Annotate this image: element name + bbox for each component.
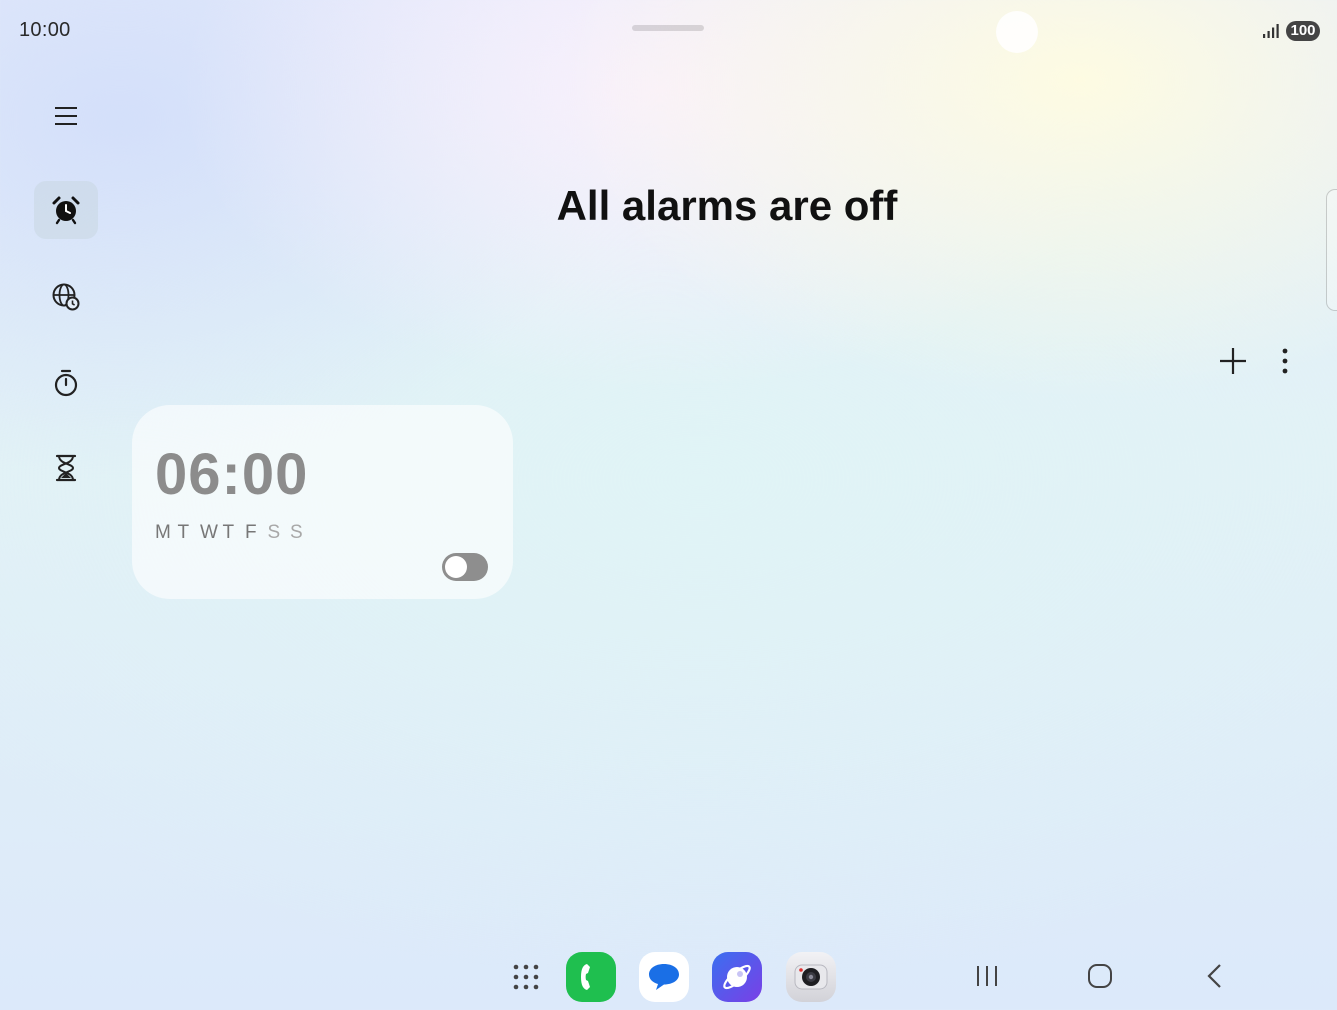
home-icon <box>1088 964 1112 988</box>
signal-bars-icon <box>1263 24 1279 38</box>
dock-phone-app[interactable] <box>566 952 616 1002</box>
status-bar-time: 10:00 <box>19 19 71 41</box>
camera-icon <box>794 964 828 990</box>
alarm-day-wed: W <box>200 522 218 543</box>
nav-alarm-tab[interactable] <box>34 181 98 239</box>
alarm-card[interactable]: 06:00 M T W T F S S <box>132 405 513 599</box>
message-icon <box>649 964 679 990</box>
toggle-knob <box>445 556 467 578</box>
back-button[interactable] <box>1194 958 1234 994</box>
recents-button[interactable] <box>967 958 1007 994</box>
recents-icon <box>977 966 997 986</box>
add-alarm-button[interactable] <box>1211 339 1255 383</box>
alarm-repeat-days: M T W T F S S <box>155 522 313 544</box>
dock-internet-app[interactable] <box>712 952 762 1002</box>
nav-timer-tab[interactable] <box>34 439 98 497</box>
hamburger-menu-icon <box>55 107 77 125</box>
front-camera-cutout <box>996 11 1038 53</box>
more-vertical-icon <box>1282 348 1288 374</box>
nav-stopwatch-tab[interactable] <box>34 354 98 412</box>
multiwindow-handle[interactable] <box>632 25 704 31</box>
nav-menu-button[interactable] <box>34 87 98 145</box>
alarm-enable-toggle[interactable] <box>442 553 488 581</box>
dock-camera-app[interactable] <box>786 952 836 1002</box>
nav-world-clock-tab[interactable] <box>34 268 98 326</box>
apps-grid-icon <box>513 964 539 990</box>
phone-icon <box>581 964 590 990</box>
globe-clock-icon <box>52 283 80 311</box>
alarm-time: 06:00 <box>155 442 309 507</box>
alarm-day-sun: S <box>290 522 303 543</box>
battery-level-badge: 100 <box>1286 21 1320 41</box>
plus-icon <box>1220 348 1246 374</box>
dock-apps-grid-button[interactable] <box>501 952 551 1002</box>
page-title: All alarms are off <box>556 182 898 229</box>
alarm-clock-icon <box>52 196 80 225</box>
browser-planet-icon <box>723 964 751 990</box>
stopwatch-icon <box>54 369 78 397</box>
more-options-button[interactable] <box>1263 339 1307 383</box>
alarm-day-fri: F <box>245 522 257 543</box>
hourglass-icon <box>55 454 77 482</box>
dock-messages-app[interactable] <box>639 952 689 1002</box>
alarm-day-sat: S <box>267 522 281 543</box>
back-chevron-icon <box>1207 964 1221 988</box>
alarm-day-thu: T <box>222 522 235 543</box>
alarm-day-mon: M <box>155 522 171 543</box>
alarm-day-tue: T <box>177 522 190 543</box>
home-button[interactable] <box>1080 958 1120 994</box>
edge-panel-handle[interactable] <box>1326 189 1337 311</box>
